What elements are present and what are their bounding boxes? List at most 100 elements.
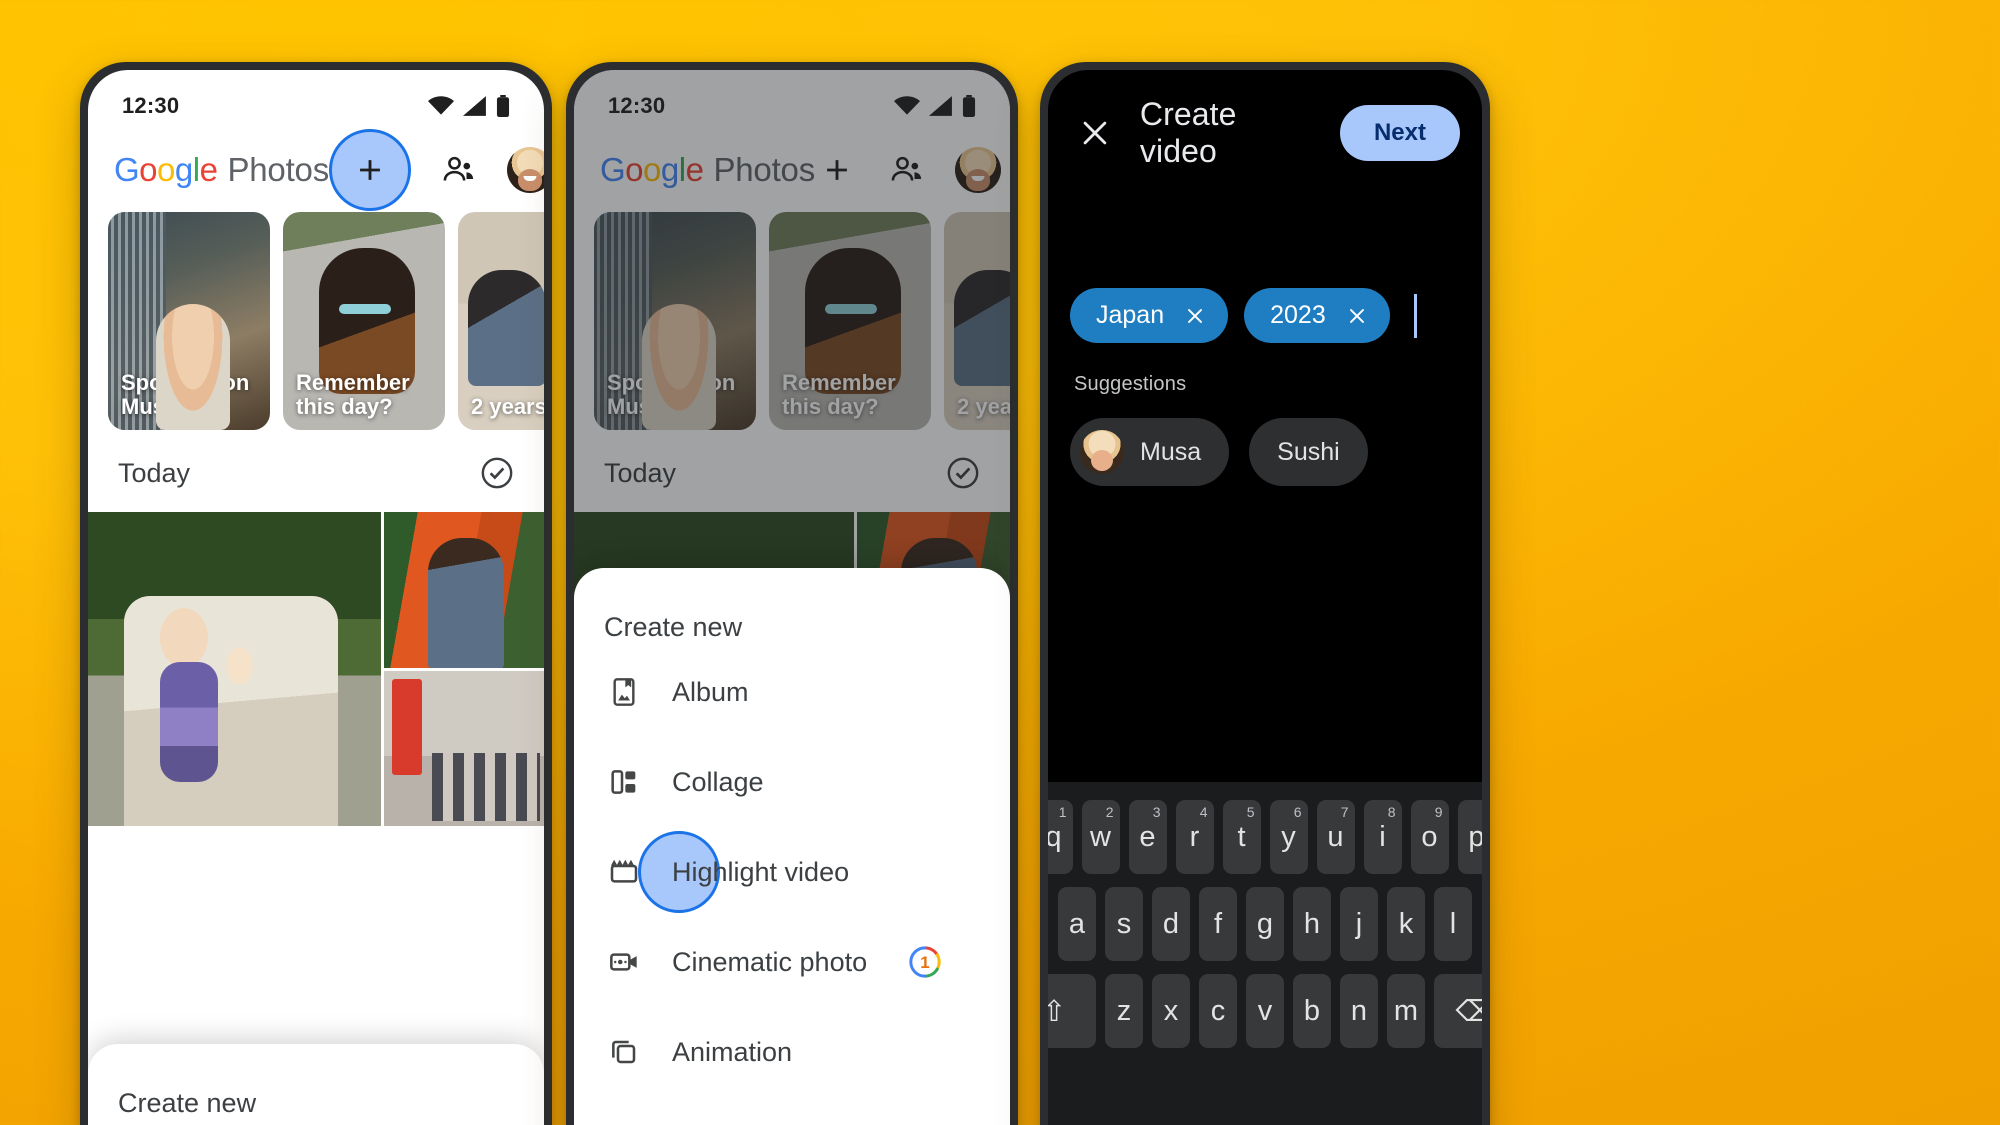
phone1-screen: 12:30 Google Photos Spotlight on Musa Re… xyxy=(88,70,544,1125)
suggestion-chip-musa[interactable]: Musa xyxy=(1070,418,1230,486)
key-y[interactable]: 6y xyxy=(1269,800,1308,874)
album-icon xyxy=(604,672,644,712)
collage-icon xyxy=(604,762,644,802)
key-e[interactable]: 3e xyxy=(1128,800,1167,874)
phone-mockup-3: Create video Next Japan 2023 Suggestions… xyxy=(1040,62,1490,1125)
wifi-icon xyxy=(428,96,454,115)
sharing-button[interactable] xyxy=(437,148,481,192)
sheet-title: Create new xyxy=(604,612,743,642)
selected-chip-japan[interactable]: Japan xyxy=(1070,288,1229,343)
plus-icon xyxy=(360,160,380,180)
menu-item-label: Album xyxy=(672,676,749,707)
phone1-appbar-actions xyxy=(329,129,544,211)
key-t[interactable]: 5t xyxy=(1222,800,1261,874)
menu-item-label: Cinematic photo xyxy=(672,946,868,977)
phone1-today-row: Today xyxy=(88,430,544,512)
google-wordmark: Google xyxy=(114,151,218,188)
key-a[interactable]: a xyxy=(1058,887,1096,961)
key-c[interactable]: c xyxy=(1199,974,1237,1048)
key-f[interactable]: f xyxy=(1199,887,1237,961)
phone-mockup-2: 12:30 Google Photos Spotlight on Musa Re… xyxy=(566,62,1018,1125)
google-photos-logo: Google Photos xyxy=(114,151,329,189)
page-title: Create video xyxy=(1139,96,1237,169)
on-screen-keyboard[interactable]: 1q 2w 3e 4r 5t 6y 7u 8i 9o 0p a s d f g xyxy=(1048,782,1482,1125)
key-m[interactable]: m xyxy=(1387,974,1425,1048)
key-o[interactable]: 9o xyxy=(1410,800,1449,874)
check-circle-icon[interactable] xyxy=(480,456,514,490)
memory-label: 2 years ago xyxy=(471,393,544,419)
key-w[interactable]: 2w xyxy=(1081,800,1120,874)
battery-icon xyxy=(496,95,510,117)
close-icon[interactable] xyxy=(1078,115,1112,151)
suggestions-label: Suggestions xyxy=(1074,373,1187,395)
cinematic-video-icon xyxy=(604,942,644,982)
phone2-screen: 12:30 Google Photos Spotlight on Musa Re… xyxy=(574,70,1010,1125)
chip-label: 2023 xyxy=(1270,301,1326,329)
sheet-title: Create new xyxy=(118,1088,257,1118)
key-z[interactable]: z xyxy=(1105,974,1143,1048)
text-cursor xyxy=(1413,293,1417,338)
key-i[interactable]: 8i xyxy=(1363,800,1402,874)
memory-card[interactable]: Remember this day? xyxy=(283,212,445,430)
menu-item-collage[interactable]: Collage xyxy=(574,737,1010,827)
keyboard-row-2: a s d f g h j k l xyxy=(1056,887,1474,961)
phone1-create-new-sheet: Create new xyxy=(88,1044,544,1125)
photo-tile-column xyxy=(383,512,544,826)
phone1-memories-carousel[interactable]: Spotlight on Musa Remember this day? 2 y… xyxy=(88,212,544,430)
chip-remove-close-icon[interactable] xyxy=(1346,305,1368,327)
key-k[interactable]: k xyxy=(1387,887,1425,961)
key-g[interactable]: g xyxy=(1246,887,1284,961)
key-l[interactable]: l xyxy=(1434,887,1472,961)
menu-item-cinematic-photo[interactable]: Cinematic photo 1 xyxy=(574,917,1010,1007)
create-video-header: Create video Next xyxy=(1048,70,1482,170)
key-j[interactable]: j xyxy=(1340,887,1378,961)
key-d[interactable]: d xyxy=(1152,887,1190,961)
selected-chip-2023[interactable]: 2023 xyxy=(1244,288,1390,343)
memory-label: Spotlight on Musa xyxy=(121,369,250,419)
key-h[interactable]: h xyxy=(1293,887,1331,961)
next-button[interactable]: Next xyxy=(1339,105,1460,161)
video-prompt-input[interactable]: Japan 2023 xyxy=(1048,170,1482,343)
chip-remove-close-icon[interactable] xyxy=(1184,305,1206,327)
person-avatar xyxy=(1080,430,1124,474)
menu-item-animation[interactable]: Animation xyxy=(574,1007,1010,1097)
people-icon xyxy=(443,156,474,181)
key-u[interactable]: 7u xyxy=(1316,800,1355,874)
photo-tile[interactable] xyxy=(383,512,544,668)
key-backspace[interactable]: ⌫ xyxy=(1434,974,1482,1048)
status-time: 12:30 xyxy=(122,93,180,118)
photo-tile[interactable] xyxy=(88,512,381,826)
key-n[interactable]: n xyxy=(1340,974,1378,1048)
key-v[interactable]: v xyxy=(1246,974,1284,1048)
menu-item-album[interactable]: Album xyxy=(574,647,1010,737)
memory-card[interactable]: 2 years ago xyxy=(458,212,544,430)
status-icons xyxy=(428,95,510,117)
menu-item-highlight-video[interactable]: Highlight video xyxy=(574,827,1010,917)
key-p[interactable]: 0p xyxy=(1457,800,1482,874)
memory-label: Remember this day? xyxy=(296,369,410,419)
create-new-menu: Album Collage Highlight video Cinematic … xyxy=(574,643,1010,1097)
phone1-app-bar: Google Photos xyxy=(88,128,544,212)
memory-card[interactable]: Spotlight on Musa xyxy=(108,212,270,430)
key-s[interactable]: s xyxy=(1105,887,1143,961)
menu-item-label: Highlight video xyxy=(672,856,850,887)
status-badge: 1 xyxy=(908,945,942,979)
suggestion-chip-sushi[interactable]: Sushi xyxy=(1249,418,1368,486)
add-button-focused[interactable] xyxy=(329,129,411,211)
avatar[interactable] xyxy=(507,147,544,193)
suggestion-label: Musa xyxy=(1140,437,1202,466)
key-x[interactable]: x xyxy=(1152,974,1190,1048)
key-shift[interactable]: ⇧ xyxy=(1048,974,1096,1048)
menu-item-label: Animation xyxy=(672,1036,793,1067)
key-q[interactable]: 1q xyxy=(1048,800,1073,874)
key-r[interactable]: 4r xyxy=(1175,800,1214,874)
key-b[interactable]: b xyxy=(1293,974,1331,1048)
phone1-status-bar: 12:30 xyxy=(88,70,544,128)
phone3-screen: Create video Next Japan 2023 Suggestions… xyxy=(1048,70,1482,1125)
photos-wordmark: Photos xyxy=(227,151,329,188)
chip-label: Japan xyxy=(1096,301,1165,329)
photo-tile[interactable] xyxy=(383,671,544,826)
suggestions-row: Musa Sushi xyxy=(1048,396,1482,486)
phone1-photo-grid[interactable] xyxy=(88,512,544,826)
animation-stack-icon xyxy=(604,1032,644,1072)
